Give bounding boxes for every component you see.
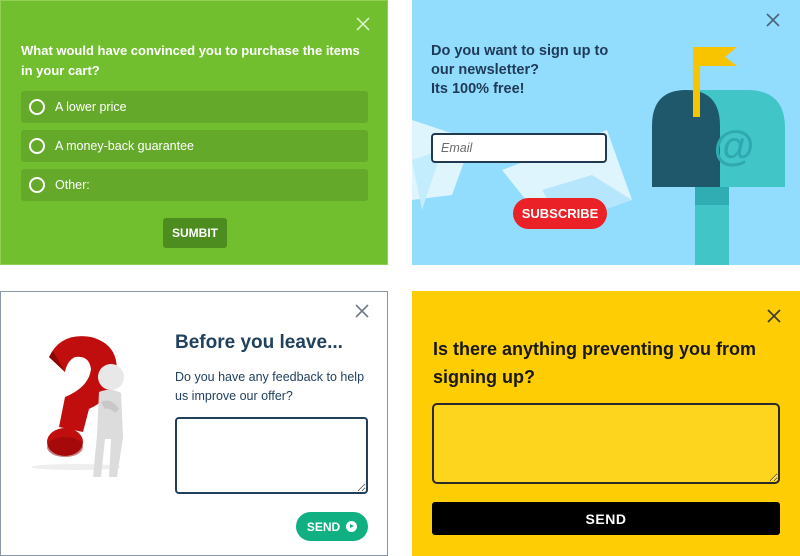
submit-button[interactable]: SUMBIT (163, 218, 227, 248)
close-icon[interactable] (766, 308, 782, 324)
newsletter-popup: @ Do you want to sign up to our newslett… (412, 0, 800, 265)
subscribe-button[interactable]: SUBSCRIBE (513, 198, 607, 229)
play-circle-icon (346, 521, 358, 532)
radio-icon[interactable] (29, 99, 45, 115)
cart-survey-popup: What would have convinced you to purchas… (0, 0, 388, 265)
question-line: our newsletter? (431, 62, 539, 78)
send-label: SEND (306, 519, 341, 534)
option-label: Other: (55, 178, 90, 192)
mailbox-icon: @ (652, 47, 785, 265)
feedback-popup: Before you leave... Do you have any feed… (0, 291, 388, 556)
option-money-back[interactable]: A money-back guarantee (21, 130, 368, 162)
send-button[interactable]: SEND (296, 512, 368, 541)
survey-question: Is there anything preventing you from si… (433, 339, 757, 387)
option-label: A money-back guarantee (55, 139, 194, 153)
question-line: Its 100% free! (431, 81, 525, 97)
answer-textarea[interactable] (432, 403, 780, 484)
close-icon[interactable] (354, 303, 370, 319)
newsletter-question: Do you want to sign up to our newsletter… (431, 42, 608, 99)
signup-blocker-popup: Is there anything preventing you from si… (412, 291, 800, 556)
option-label: A lower price (55, 100, 127, 114)
popup-title: Before you leave... (175, 332, 343, 353)
question-mark-figure (31, 336, 124, 477)
radio-icon[interactable] (29, 177, 45, 193)
at-symbol: @ (714, 122, 755, 169)
close-icon[interactable] (355, 16, 371, 32)
email-input[interactable] (431, 133, 607, 163)
question-line: Do you want to sign up to (431, 43, 609, 59)
option-lower-price[interactable]: A lower price (21, 91, 368, 123)
close-icon[interactable] (765, 12, 781, 28)
feedback-textarea[interactable] (175, 417, 368, 494)
radio-icon[interactable] (29, 138, 45, 154)
option-other[interactable]: Other: (21, 169, 368, 201)
send-button[interactable]: SEND (432, 502, 780, 535)
survey-question: What would have convinced you to purchas… (21, 43, 360, 78)
popup-subtitle: Do you have any feedback to help us impr… (175, 370, 365, 403)
